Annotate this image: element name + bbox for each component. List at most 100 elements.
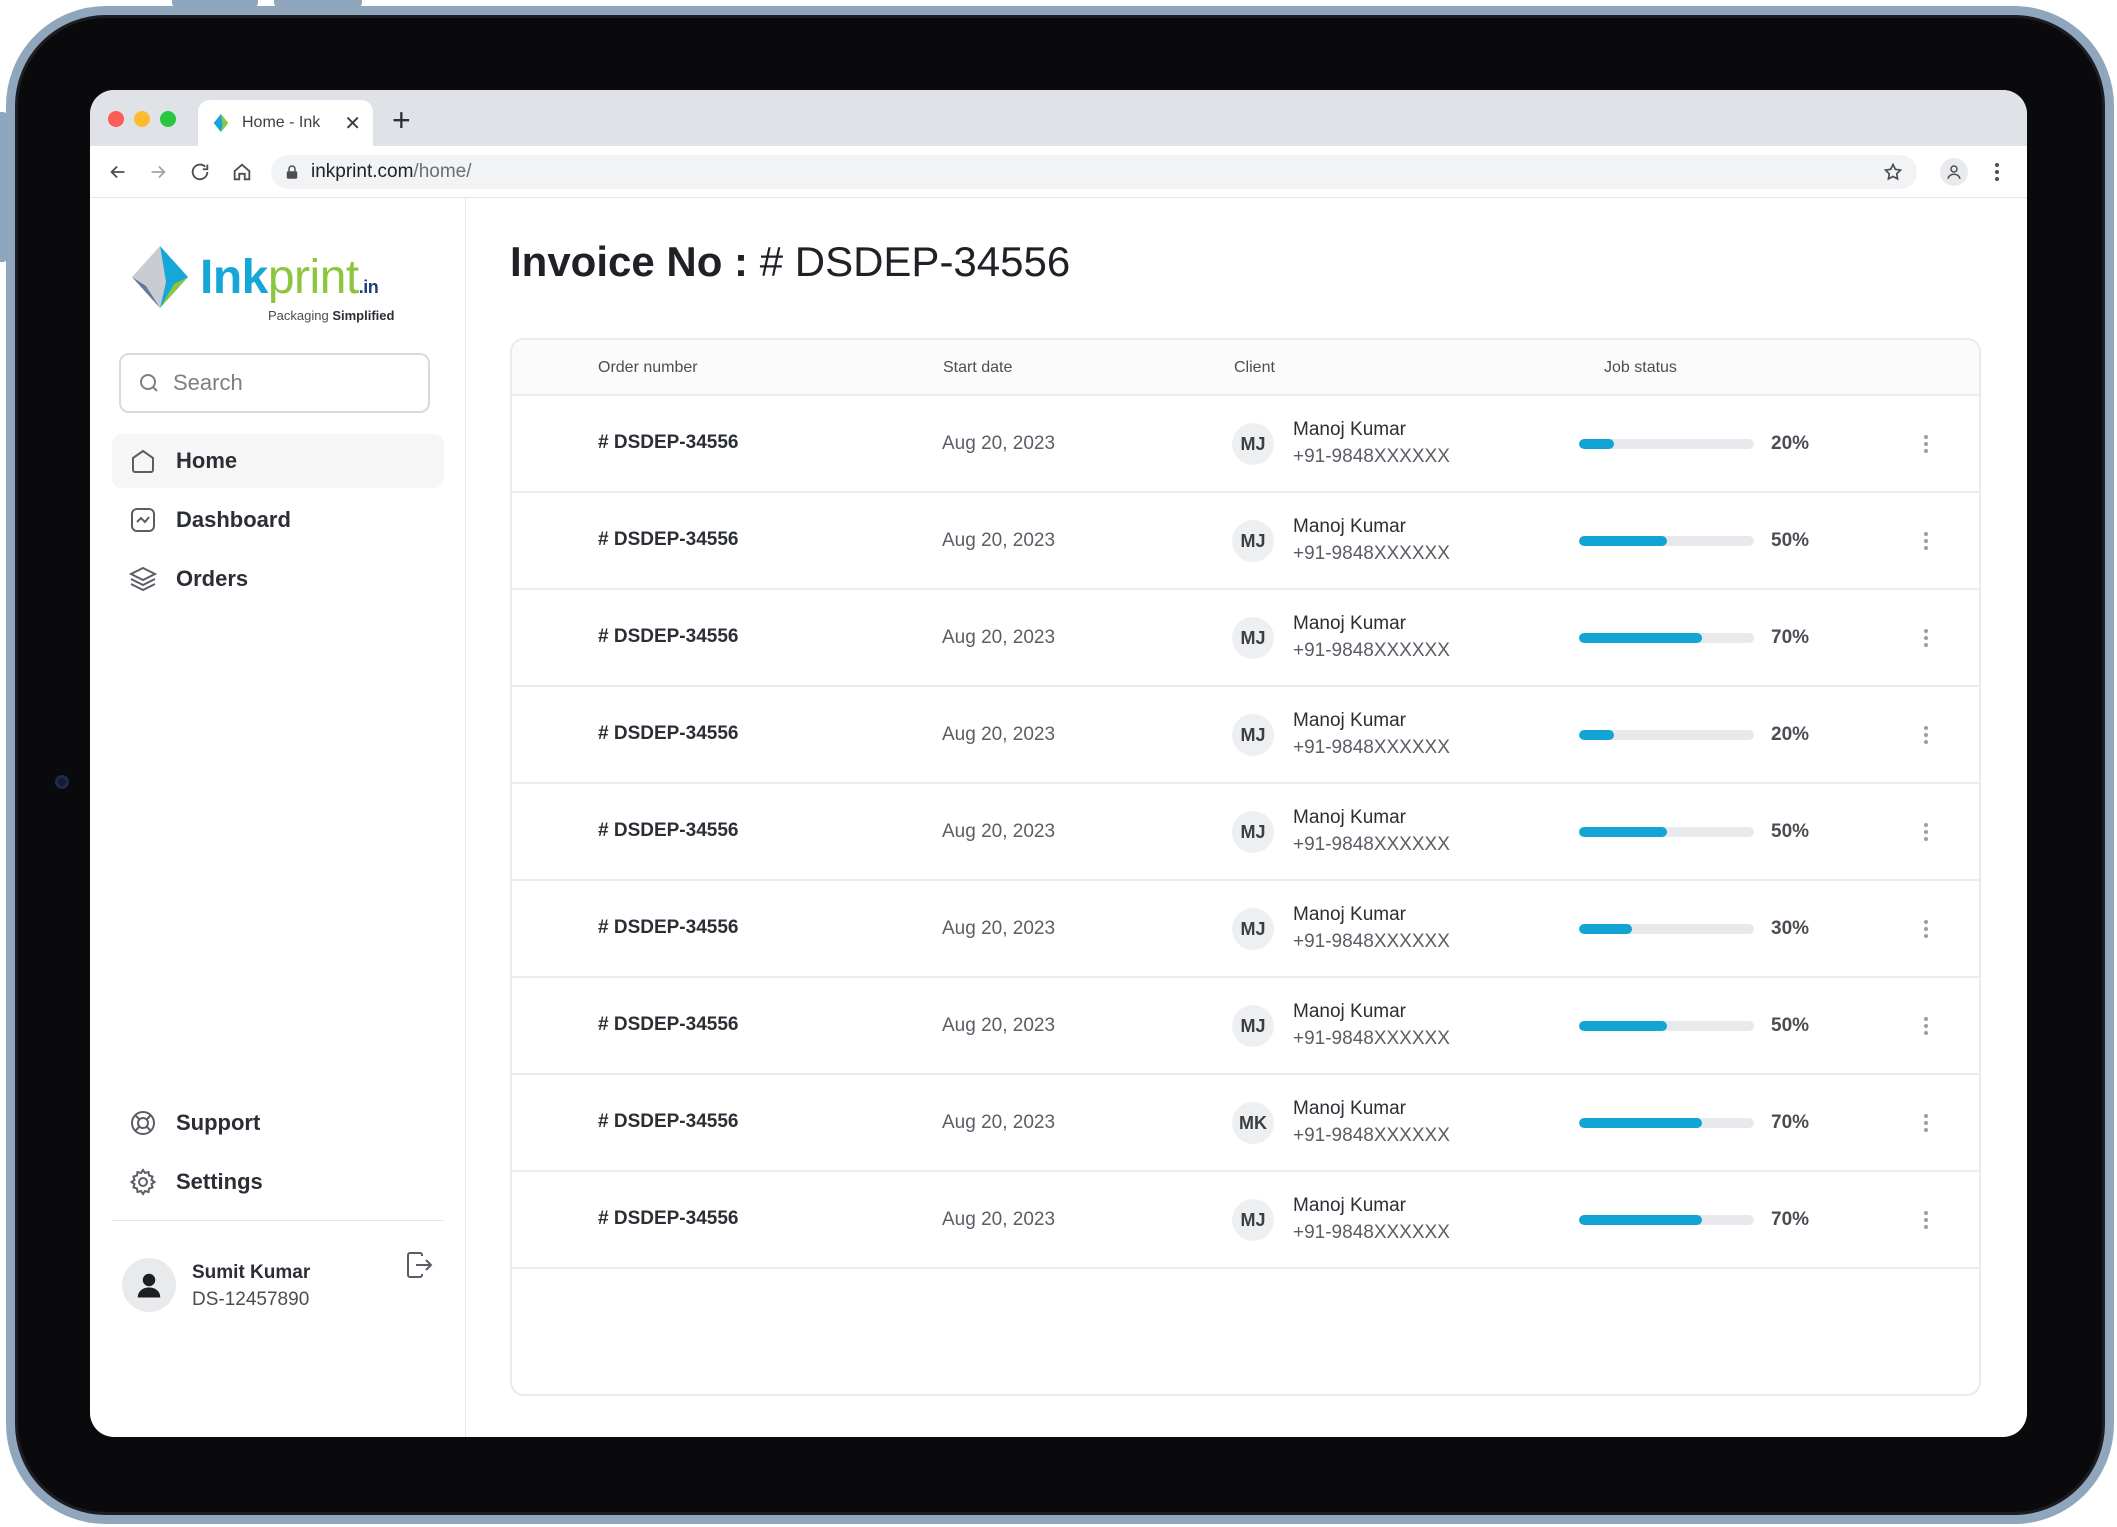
- column-header-order-number[interactable]: Order number: [598, 359, 698, 377]
- table-row[interactable]: # DSDEP-34556 Aug 20, 2023 MJ Manoj Kumar +9…: [512, 493, 1979, 590]
- row-more-options-icon[interactable]: [1916, 1206, 1936, 1234]
- order-number[interactable]: # DSDEP-34556: [598, 1014, 738, 1036]
- user-icon: [137, 1273, 161, 1298]
- search-input[interactable]: [173, 370, 393, 396]
- table-row[interactable]: # DSDEP-34556 Aug 20, 2023 MJ Manoj Kumar +9…: [512, 978, 1979, 1075]
- client-avatar: MJ: [1232, 714, 1274, 756]
- search-box[interactable]: [119, 353, 430, 413]
- browser-tab-bar: Home - Ink ✕ +: [90, 90, 2027, 146]
- client-avatar: MJ: [1232, 617, 1274, 659]
- client-phone: +91-9848XXXXXX: [1293, 640, 1450, 661]
- client-avatar: MJ: [1232, 1005, 1274, 1047]
- sidebar-item-support[interactable]: Support: [112, 1096, 444, 1150]
- client-phone: +91-9848XXXXXX: [1293, 1125, 1450, 1146]
- orders-table: Order number Start date Client Job statu…: [510, 338, 1981, 1396]
- row-more-options-icon[interactable]: [1916, 1109, 1936, 1137]
- reload-icon[interactable]: [188, 160, 212, 184]
- order-number[interactable]: # DSDEP-34556: [598, 626, 738, 648]
- sidebar-divider: [112, 1220, 444, 1221]
- sidebar-item-dashboard[interactable]: Dashboard: [112, 493, 444, 547]
- order-number[interactable]: # DSDEP-34556: [598, 1111, 738, 1133]
- job-progress-fill: [1579, 1021, 1667, 1031]
- logout-icon[interactable]: [404, 1250, 434, 1280]
- address-bar[interactable]: inkprint.com/home/: [271, 155, 1917, 189]
- job-progress-bar: [1579, 1215, 1754, 1225]
- browser-menu-icon[interactable]: [1985, 160, 2009, 184]
- job-progress-bar: [1579, 536, 1754, 546]
- job-progress-fill: [1579, 633, 1702, 643]
- column-header-start-date[interactable]: Start date: [943, 359, 1012, 377]
- row-more-options-icon[interactable]: [1916, 624, 1936, 652]
- job-progress-percent: 30%: [1771, 918, 1810, 939]
- row-more-options-icon[interactable]: [1916, 1012, 1936, 1040]
- order-number[interactable]: # DSDEP-34556: [598, 723, 738, 745]
- row-more-options-icon[interactable]: [1916, 915, 1936, 943]
- sidebar-item-settings[interactable]: Settings: [112, 1155, 444, 1209]
- client-name: Manoj Kumar: [1293, 613, 1406, 634]
- column-header-client[interactable]: Client: [1234, 359, 1275, 377]
- maximize-window-button[interactable]: [160, 111, 176, 127]
- table-row[interactable]: # DSDEP-34556 Aug 20, 2023 MJ Manoj Kumar +9…: [512, 396, 1979, 493]
- start-date: Aug 20, 2023: [942, 724, 1056, 745]
- tab-close-icon[interactable]: ✕: [344, 111, 361, 136]
- job-progress-bar: [1579, 439, 1754, 449]
- sidebar-item-home[interactable]: Home: [112, 434, 444, 488]
- brand-logo[interactable]: Inkprint.in Packaging Simplified: [128, 242, 418, 332]
- job-progress-bar: [1579, 730, 1754, 740]
- order-number[interactable]: # DSDEP-34556: [598, 820, 738, 842]
- lock-icon: [286, 165, 298, 179]
- client-avatar: MJ: [1232, 520, 1274, 562]
- order-number[interactable]: # DSDEP-34556: [598, 1208, 738, 1230]
- new-tab-button[interactable]: +: [392, 104, 411, 136]
- minimize-window-button[interactable]: [134, 111, 150, 127]
- start-date: Aug 20, 2023: [942, 433, 1056, 454]
- brand-wordmark: Inkprint.in: [200, 250, 379, 305]
- job-progress-percent: 70%: [1771, 627, 1810, 648]
- table-row[interactable]: # DSDEP-34556 Aug 20, 2023 MJ Manoj Kumar +9…: [512, 687, 1979, 784]
- power-button: [0, 112, 7, 262]
- avatar[interactable]: [122, 1258, 176, 1312]
- page-title: Invoice No : # DSDEP-34556: [510, 238, 1070, 286]
- sidebar-item-label: Settings: [176, 1169, 263, 1194]
- table-row[interactable]: # DSDEP-34556 Aug 20, 2023 MJ Manoj Kumar +9…: [512, 590, 1979, 687]
- row-more-options-icon[interactable]: [1916, 721, 1936, 749]
- client-name: Manoj Kumar: [1293, 807, 1406, 828]
- table-header: Order number Start date Client Job statu…: [512, 340, 1979, 396]
- column-header-job-status[interactable]: Job status: [1604, 359, 1677, 377]
- order-number[interactable]: # DSDEP-34556: [598, 529, 738, 551]
- client-name: Manoj Kumar: [1293, 1001, 1406, 1022]
- order-number[interactable]: # DSDEP-34556: [598, 917, 738, 939]
- sidebar-item-orders[interactable]: Orders: [112, 552, 444, 606]
- sidebar-item-label: Dashboard: [176, 507, 291, 532]
- close-window-button[interactable]: [108, 111, 124, 127]
- client-phone: +91-9848XXXXXX: [1293, 1222, 1450, 1243]
- page-title-value: # DSDEP-34556: [748, 238, 1071, 285]
- client-phone: +91-9848XXXXXX: [1293, 1028, 1450, 1049]
- favicon-icon: [213, 113, 229, 133]
- start-date: Aug 20, 2023: [942, 1015, 1056, 1036]
- row-more-options-icon[interactable]: [1916, 430, 1936, 458]
- table-row[interactable]: # DSDEP-34556 Aug 20, 2023 MJ Manoj Kumar +9…: [512, 784, 1979, 881]
- browser-tab[interactable]: Home - Ink ✕: [198, 100, 373, 146]
- back-arrow-icon[interactable]: [106, 160, 130, 184]
- forward-arrow-icon[interactable]: [146, 160, 170, 184]
- logo-mark-icon: [132, 246, 188, 308]
- table-row[interactable]: # DSDEP-34556 Aug 20, 2023 MJ Manoj Kumar +9…: [512, 1172, 1979, 1269]
- job-progress-bar: [1579, 633, 1754, 643]
- browser-nav-bar: inkprint.com/home/: [90, 146, 2027, 198]
- client-phone: +91-9848XXXXXX: [1293, 737, 1450, 758]
- bookmark-star-icon[interactable]: [1883, 162, 1903, 182]
- job-progress-fill: [1579, 439, 1614, 449]
- job-progress-percent: 50%: [1771, 530, 1810, 551]
- table-row[interactable]: # DSDEP-34556 Aug 20, 2023 MJ Manoj Kumar +9…: [512, 881, 1979, 978]
- sidebar-item-label: Support: [176, 1110, 261, 1135]
- client-avatar: MJ: [1232, 1199, 1274, 1241]
- home-browser-icon[interactable]: [230, 160, 254, 184]
- row-more-options-icon[interactable]: [1916, 527, 1936, 555]
- profile-icon[interactable]: [1940, 158, 1968, 186]
- page-title-label: Invoice No :: [510, 238, 749, 285]
- row-more-options-icon[interactable]: [1916, 818, 1936, 846]
- order-number[interactable]: # DSDEP-34556: [598, 432, 738, 454]
- table-row[interactable]: # DSDEP-34556 Aug 20, 2023 MK Manoj Kumar +9…: [512, 1075, 1979, 1172]
- client-name: Manoj Kumar: [1293, 904, 1406, 925]
